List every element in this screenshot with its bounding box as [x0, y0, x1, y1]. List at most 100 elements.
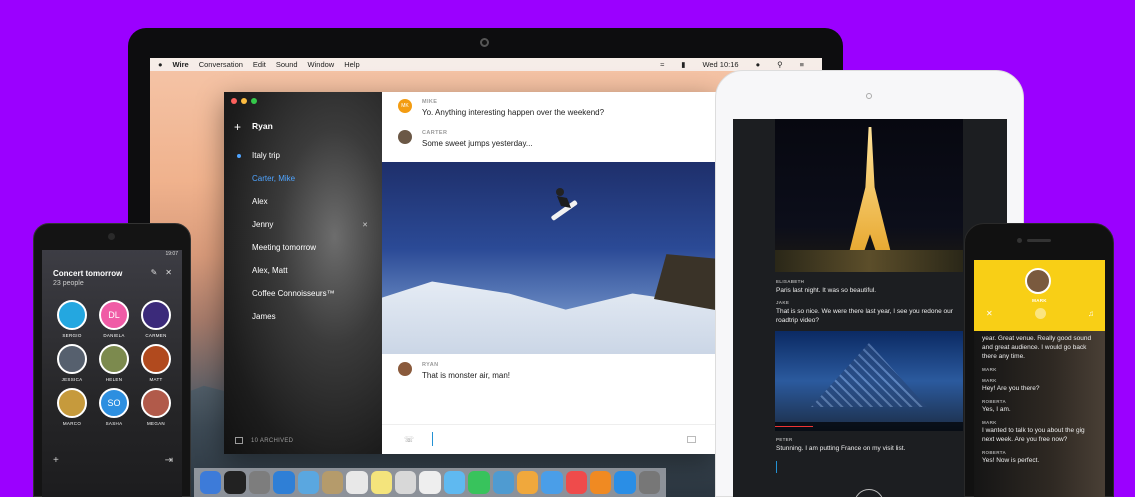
- phone-camera: [108, 233, 115, 240]
- menubar-clock[interactable]: Wed 10:16: [702, 60, 738, 69]
- snowboarder-figure: [551, 188, 578, 221]
- mute-button[interactable]: [1034, 308, 1046, 319]
- dock-app-icon[interactable]: [370, 471, 392, 494]
- ipad-camera: [866, 93, 872, 99]
- message: ROBERTA Yes, I am.: [982, 399, 1097, 414]
- image-icon[interactable]: [687, 436, 696, 443]
- list-icon[interactable]: ≡: [800, 60, 804, 69]
- shared-video-louvre[interactable]: [775, 331, 963, 431]
- avatar[interactable]: MK: [398, 99, 412, 113]
- conversation-item[interactable]: Meeting tomorrow: [224, 241, 382, 264]
- video-progress[interactable]: [775, 426, 813, 427]
- participant[interactable]: CARMEN: [135, 300, 177, 338]
- zoom-window-button[interactable]: [251, 98, 257, 104]
- message: JAKE That is so nice. We were there last…: [776, 300, 966, 325]
- participant-name: DANIELA: [103, 333, 125, 338]
- close-icon[interactable]: ✕: [165, 268, 172, 277]
- participant[interactable]: MATT: [135, 344, 177, 382]
- menubar-app-name[interactable]: Wire: [173, 60, 189, 69]
- dock-app-icon[interactable]: [248, 471, 271, 494]
- participant-name: MARCO: [62, 421, 82, 426]
- conversation-item[interactable]: Coffee Connoisseurs™: [224, 287, 382, 310]
- dock-app-icon[interactable]: [273, 471, 295, 494]
- avatar: [99, 344, 129, 374]
- dock-app-icon[interactable]: [614, 471, 636, 494]
- conversation-label: Italy trip: [252, 151, 281, 160]
- menu-window[interactable]: Window: [308, 60, 335, 69]
- menu-sound[interactable]: Sound: [276, 60, 298, 69]
- avatar[interactable]: [398, 130, 412, 144]
- conversation-label: Jenny: [252, 220, 274, 229]
- apple-icon[interactable]: ●: [158, 60, 163, 69]
- shared-photo-snowboarder[interactable]: [382, 162, 716, 354]
- participant[interactable]: JESSICA: [51, 344, 93, 382]
- add-icon[interactable]: +: [53, 455, 59, 466]
- participant-name: JESSICA: [61, 377, 83, 382]
- dock-app-icon[interactable]: [395, 471, 417, 494]
- user-icon[interactable]: ●: [756, 60, 761, 69]
- message-text: Yo. Anything interesting happen over the…: [422, 108, 605, 117]
- conversation-item[interactable]: Jenny ✕: [224, 218, 382, 241]
- dock-app-icon[interactable]: [346, 471, 368, 494]
- conversation-item[interactable]: James: [224, 310, 382, 333]
- menu-edit[interactable]: Edit: [253, 60, 266, 69]
- message: MARK Hey! Are you there?: [982, 378, 1097, 393]
- group-member-count: 23 people: [53, 280, 84, 287]
- conversation-item[interactable]: Alex: [224, 195, 382, 218]
- dock-app-icon[interactable]: [492, 471, 514, 494]
- dock-app-icon[interactable]: [200, 471, 222, 494]
- avatar: [141, 300, 171, 330]
- dock-app-icon[interactable]: [516, 471, 539, 494]
- microphone-icon[interactable]: ♫: [1088, 309, 1094, 318]
- unread-dot: [237, 154, 241, 158]
- dock-app-icon[interactable]: [541, 471, 563, 494]
- shared-photo-eiffel-tower[interactable]: [775, 119, 963, 272]
- dock-app-icon[interactable]: [419, 471, 441, 494]
- dock-app-icon[interactable]: [590, 471, 612, 494]
- iphone: MARK ✕ ♫ year. Great venue. Really good …: [964, 223, 1114, 497]
- self-user-name[interactable]: Ryan: [252, 121, 273, 131]
- dock-app-icon[interactable]: [321, 471, 344, 494]
- add-icon[interactable]: +: [234, 120, 241, 134]
- dock-app-icon[interactable]: [224, 471, 246, 494]
- participant[interactable]: MEGAN: [135, 388, 177, 426]
- end-call-icon[interactable]: ✕: [986, 309, 993, 318]
- participant[interactable]: SERGIO: [51, 300, 93, 338]
- avatar: [141, 344, 171, 374]
- search-icon[interactable]: ⚲: [777, 60, 783, 69]
- participant-name: HELEN: [105, 377, 123, 382]
- conversation-view: MK MIKE Yo. Anything interesting happen …: [382, 92, 716, 454]
- conversation-item[interactable]: Italy trip: [224, 149, 382, 172]
- conversation-label: Meeting tomorrow: [252, 243, 317, 252]
- archive-icon: [235, 437, 243, 444]
- conversation-item[interactable]: Alex, Matt: [224, 264, 382, 287]
- edit-icon[interactable]: ✎: [151, 268, 158, 277]
- dock-app-icon[interactable]: [638, 471, 661, 494]
- participant[interactable]: MARCO: [51, 388, 93, 426]
- iphone-chat: year. Great venue. Really good sound and…: [974, 331, 1105, 497]
- caller-avatar[interactable]: [1025, 268, 1051, 294]
- participant[interactable]: HELEN: [93, 344, 135, 382]
- leave-icon[interactable]: ⇥: [165, 455, 173, 466]
- avatar[interactable]: [398, 362, 412, 376]
- minimize-window-button[interactable]: [241, 98, 247, 104]
- participant[interactable]: DL DANIELA: [93, 300, 135, 338]
- dock-app-icon[interactable]: [468, 471, 490, 494]
- call-icon[interactable]: ☏: [404, 435, 414, 444]
- message-input[interactable]: [776, 461, 777, 473]
- dock-app-icon[interactable]: [443, 471, 466, 494]
- wifi-icon[interactable]: ≈: [660, 60, 664, 69]
- conversation-item-active[interactable]: Carter, Mike: [224, 172, 382, 195]
- participant-name: SERGIO: [62, 333, 82, 338]
- participant[interactable]: SO SASHA: [93, 388, 135, 426]
- dock-app-icon[interactable]: [565, 471, 587, 494]
- menu-conversation[interactable]: Conversation: [199, 60, 243, 69]
- message-input[interactable]: [432, 432, 433, 446]
- message-sender: JAKE: [776, 300, 790, 305]
- archived-button[interactable]: 10 ARCHIVED: [235, 437, 293, 444]
- conversation-label: Coffee Connoisseurs™: [252, 289, 335, 298]
- menu-help[interactable]: Help: [344, 60, 359, 69]
- close-window-button[interactable]: [231, 98, 237, 104]
- battery-icon[interactable]: ▮: [681, 60, 685, 69]
- dock-app-icon[interactable]: [297, 471, 319, 494]
